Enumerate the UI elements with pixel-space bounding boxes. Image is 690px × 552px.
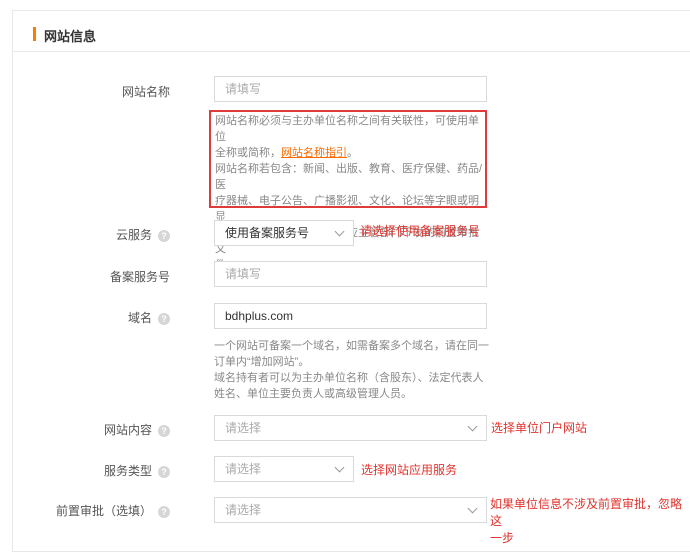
site-name-note: 网站名称必须与主办单位名称之间有关联性，可使用单位 全称或简称，网站名称指引。 … — [215, 113, 487, 273]
record-service-input[interactable]: 请填写 — [214, 261, 487, 287]
pre-approval-select[interactable]: 请选择 — [214, 497, 487, 523]
question-circle-icon[interactable]: ? — [158, 465, 170, 478]
cloud-service-label: 云服务? — [0, 226, 170, 243]
site-name-placeholder: 请填写 — [225, 82, 262, 96]
note-text: 。 — [347, 147, 358, 159]
service-type-annotation: 选择网站应用服务 — [361, 463, 458, 477]
section-header: 网站信息 — [13, 11, 690, 52]
site-name-guide-link[interactable]: 网站名称指引 — [281, 147, 347, 159]
record-service-label: 备案服务号 — [109, 270, 170, 284]
domain-value: bdhplus.com — [225, 309, 294, 323]
cloud-service-annotation: 请选择使用备案服务号 — [360, 224, 481, 238]
chevron-down-icon — [334, 462, 345, 473]
service-type-label-text: 服务类型 — [103, 464, 152, 478]
site-content-select[interactable]: 请选择 — [214, 415, 487, 441]
domain-note: 一个网站可备案一个域名，如需备案多个域名，请在同一 订单内“增加网站”。 域名持… — [214, 338, 489, 402]
note-line: 网站名称若包含：新闻、出版、教育、医疗保健、药品/医 — [215, 163, 483, 191]
service-type-placeholder: 请选择 — [225, 462, 262, 476]
site-content-annotation: 选择单位门户网站 — [491, 421, 588, 435]
chevron-down-icon — [334, 226, 345, 237]
question-circle-icon[interactable]: ? — [158, 229, 170, 242]
cloud-service-label-text: 云服务 — [115, 228, 152, 242]
record-service-placeholder: 请填写 — [225, 267, 262, 281]
annotation-line: 如果单位信息不涉及前置审批，忽略这 — [490, 497, 683, 528]
site-name-label: 网站名称 — [121, 85, 170, 99]
pre-approval-placeholder: 请选择 — [225, 503, 262, 517]
domain-label: 域名? — [0, 309, 170, 326]
pre-approval-label-text: 前置审批（选填） — [55, 504, 152, 518]
note-line: 姓名、单位主要负责人或高级管理人员。 — [214, 388, 412, 400]
site-content-placeholder: 请选择 — [225, 421, 262, 435]
note-line: 一个网站可备案一个域名，如需备案多个域名，请在同一 — [214, 340, 489, 352]
service-type-label: 服务类型? — [0, 462, 170, 479]
chevron-down-icon — [467, 421, 478, 432]
question-circle-icon[interactable]: ? — [158, 312, 170, 325]
cloud-service-select[interactable]: 使用备案服务号 — [214, 220, 354, 246]
note-line: 订单内“增加网站”。 — [214, 356, 310, 368]
section-title: 网站信息 — [44, 29, 97, 44]
note-line: 网站名称必须与主办单位名称之间有关联性，可使用单位 — [215, 115, 479, 143]
pre-approval-annotation: 如果单位信息不涉及前置审批，忽略这 一步 — [490, 496, 685, 547]
annotation-line: 一步 — [490, 531, 515, 545]
note-line: 域名持有者可以为主办单位名称（含股东）、法定代表人 — [214, 372, 484, 384]
site-name-input[interactable]: 请填写 — [214, 76, 487, 102]
site-content-label: 网站内容? — [0, 421, 170, 438]
note-text: 全称或简称， — [215, 147, 281, 159]
pre-approval-label: 前置审批（选填）? — [0, 502, 170, 519]
domain-input[interactable]: bdhplus.com — [214, 303, 487, 329]
cloud-service-value: 使用备案服务号 — [225, 226, 310, 240]
accent-bar — [33, 27, 36, 41]
question-circle-icon[interactable]: ? — [158, 424, 170, 437]
chevron-down-icon — [467, 503, 478, 514]
service-type-select[interactable]: 请选择 — [214, 456, 354, 482]
question-circle-icon[interactable]: ? — [158, 505, 170, 518]
note-line: 全称或简称，网站名称指引。 — [215, 145, 487, 161]
site-content-label-text: 网站内容 — [103, 423, 152, 437]
domain-label-text: 域名 — [127, 311, 152, 325]
